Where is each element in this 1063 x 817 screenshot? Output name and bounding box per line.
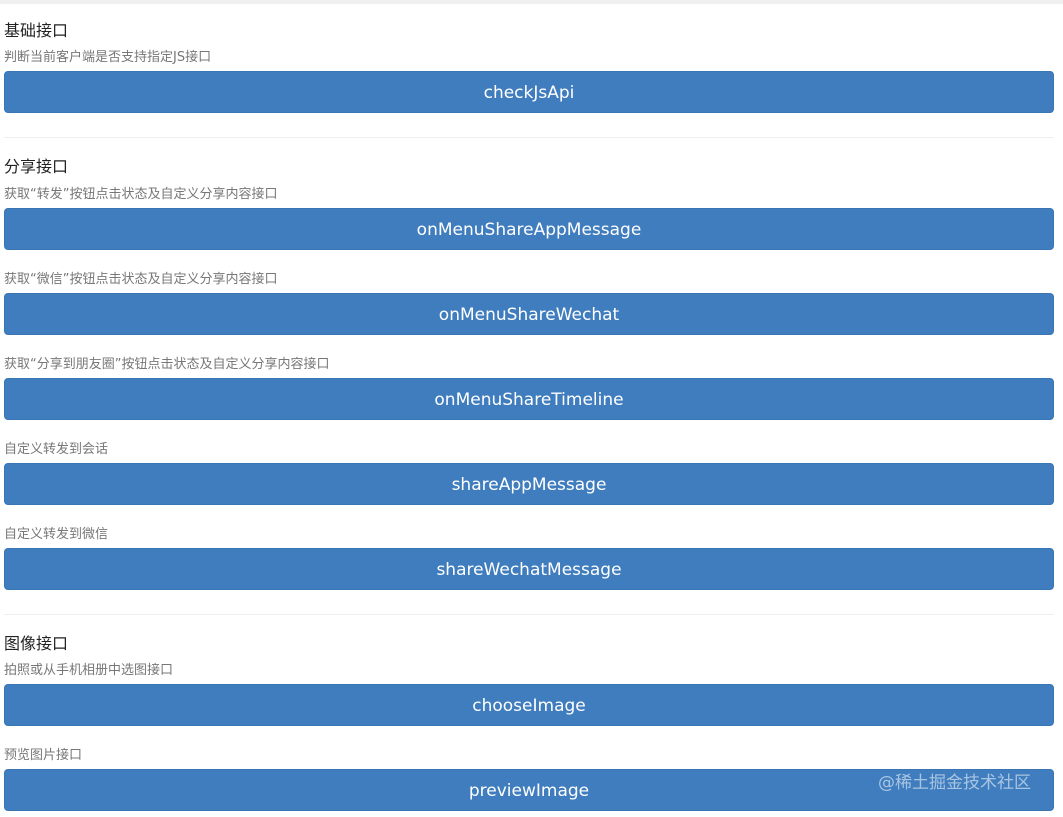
desc-preview-image: 预览图片接口	[4, 748, 83, 763]
share-wechat-message-button[interactable]: shareWechatMessage	[4, 548, 1054, 590]
section-title-share: 分享接口	[4, 157, 69, 176]
desc-check-js-api: 判断当前客户端是否支持指定JS接口	[4, 50, 212, 65]
watermark-text: @稀土掘金技术社区	[878, 773, 1031, 793]
section-title-basic: 基础接口	[4, 21, 69, 40]
share-app-message-button[interactable]: shareAppMessage	[4, 463, 1054, 505]
desc-share-wechat-message: 自定义转发到微信	[4, 527, 109, 542]
desc-on-menu-share-app-message: 获取“转发”按钮点击状态及自定义分享内容接口	[4, 187, 278, 202]
top-bar	[0, 0, 1063, 4]
choose-image-button[interactable]: chooseImage	[4, 684, 1054, 726]
desc-choose-image: 拍照或从手机相册中选图接口	[4, 663, 174, 678]
on-menu-share-app-message-button[interactable]: onMenuShareAppMessage	[4, 208, 1054, 250]
desc-share-app-message: 自定义转发到会话	[4, 442, 109, 457]
section-divider	[4, 614, 1054, 615]
section-divider	[4, 137, 1054, 138]
check-js-api-button[interactable]: checkJsApi	[4, 71, 1054, 113]
desc-on-menu-share-wechat: 获取“微信”按钮点击状态及自定义分享内容接口	[4, 272, 278, 287]
on-menu-share-wechat-button[interactable]: onMenuShareWechat	[4, 293, 1054, 335]
on-menu-share-timeline-button[interactable]: onMenuShareTimeline	[4, 378, 1054, 420]
desc-on-menu-share-timeline: 获取“分享到朋友圈”按钮点击状态及自定义分享内容接口	[4, 357, 330, 372]
section-title-image: 图像接口	[4, 634, 69, 653]
